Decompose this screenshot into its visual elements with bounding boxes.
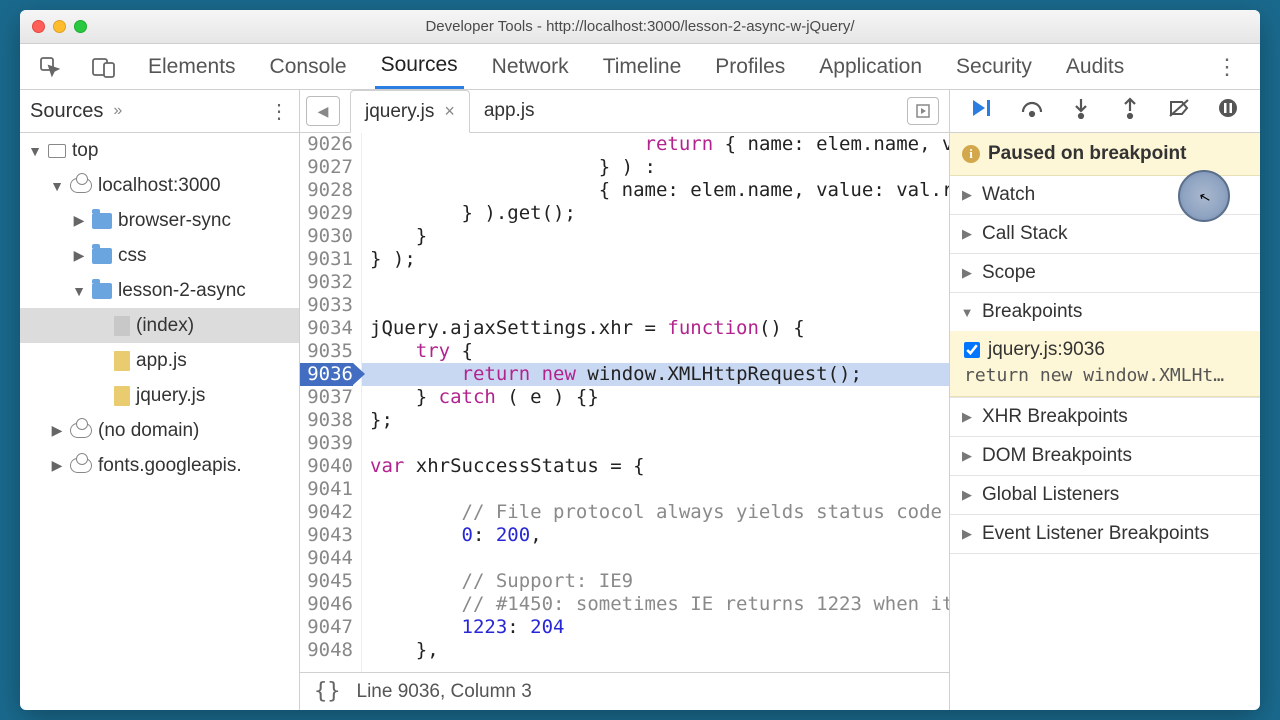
filetab-jquery[interactable]: jquery.js× xyxy=(350,90,470,133)
sources-sidebar: Sources » ⋮ ▼top ▼localhost:3000 ▶browse… xyxy=(20,90,300,710)
document-icon xyxy=(114,316,130,336)
breakpoint-item[interactable]: jquery.js:9036 return new window.XMLHt… xyxy=(950,331,1260,397)
tree-host[interactable]: ▼localhost:3000 xyxy=(20,168,299,203)
sidebar-heading: Sources xyxy=(30,100,103,123)
tab-security[interactable]: Security xyxy=(950,46,1038,88)
document-icon xyxy=(114,351,130,371)
tree-file-index[interactable]: (index) xyxy=(20,308,299,343)
cursor-position: Line 9036, Column 3 xyxy=(357,681,532,703)
tree-folder-browser-sync[interactable]: ▶browser-sync xyxy=(20,203,299,238)
tab-console[interactable]: Console xyxy=(264,46,353,88)
step-out-button[interactable] xyxy=(1115,97,1145,125)
close-window-button[interactable] xyxy=(32,20,45,33)
tree-file-appjs[interactable]: app.js xyxy=(20,343,299,378)
filetab-app[interactable]: app.js xyxy=(470,90,549,133)
close-tab-icon[interactable]: × xyxy=(444,101,455,122)
tree-folder-lesson[interactable]: ▼lesson-2-async xyxy=(20,273,299,308)
cloud-icon xyxy=(70,458,92,473)
tree-file-jqueryjs[interactable]: jquery.js xyxy=(20,378,299,413)
pause-on-exceptions-button[interactable] xyxy=(1213,98,1243,124)
tree-fonts[interactable]: ▶fonts.googleapis. xyxy=(20,448,299,483)
tab-elements[interactable]: Elements xyxy=(142,46,242,88)
tree-folder-css[interactable]: ▶css xyxy=(20,238,299,273)
tree-no-domain[interactable]: ▶(no domain) xyxy=(20,413,299,448)
breakpoint-checkbox[interactable] xyxy=(964,342,980,358)
folder-icon xyxy=(92,213,112,229)
window-title: Developer Tools - http://localhost:3000/… xyxy=(20,18,1260,35)
panel-call-stack[interactable]: ▶Call Stack xyxy=(950,215,1260,253)
run-snippet-button[interactable] xyxy=(907,97,939,125)
overflow-menu-icon[interactable]: ⋮ xyxy=(1208,54,1246,80)
tab-application[interactable]: Application xyxy=(813,46,928,88)
folder-icon xyxy=(92,248,112,264)
tab-profiles[interactable]: Profiles xyxy=(709,46,791,88)
document-icon xyxy=(114,386,130,406)
sidebar-menu-icon[interactable]: ⋮ xyxy=(269,99,289,124)
resume-button[interactable] xyxy=(968,98,998,124)
panel-dom-breakpoints[interactable]: ▶DOM Breakpoints xyxy=(950,437,1260,475)
panel-event-listener-breakpoints[interactable]: ▶Event Listener Breakpoints xyxy=(950,515,1260,553)
tab-network[interactable]: Network xyxy=(486,46,575,88)
panel-global-listeners[interactable]: ▶Global Listeners xyxy=(950,476,1260,514)
cloud-icon xyxy=(70,423,92,438)
tab-audits[interactable]: Audits xyxy=(1060,46,1130,88)
pretty-print-icon[interactable]: {} xyxy=(314,679,341,704)
inspect-icon[interactable] xyxy=(34,51,66,83)
debugger-pane: i Paused on breakpoint ▶Watch ▶Call Stac… xyxy=(950,90,1260,710)
frame-icon xyxy=(48,144,66,158)
nav-back-button[interactable]: ◀ xyxy=(306,96,340,126)
cloud-icon xyxy=(70,178,92,193)
zoom-window-button[interactable] xyxy=(74,20,87,33)
device-toggle-icon[interactable] xyxy=(88,51,120,83)
tab-timeline[interactable]: Timeline xyxy=(597,46,688,88)
minimize-window-button[interactable] xyxy=(53,20,66,33)
step-into-button[interactable] xyxy=(1066,97,1096,125)
tree-top[interactable]: ▼top xyxy=(20,133,299,168)
expand-icon[interactable]: » xyxy=(113,102,122,120)
panel-breakpoints[interactable]: ▼Breakpoints xyxy=(950,293,1260,331)
panel-xhr-breakpoints[interactable]: ▶XHR Breakpoints xyxy=(950,398,1260,436)
editor-tabs: ◀ jquery.js× app.js xyxy=(300,90,949,133)
deactivate-breakpoints-button[interactable] xyxy=(1164,98,1194,124)
titlebar: Developer Tools - http://localhost:3000/… xyxy=(20,10,1260,44)
panel-scope[interactable]: ▶Scope xyxy=(950,254,1260,292)
tab-sources[interactable]: Sources xyxy=(375,44,464,89)
paused-banner: i Paused on breakpoint xyxy=(950,133,1260,176)
folder-icon xyxy=(92,283,112,299)
info-icon: i xyxy=(962,145,980,163)
devtools-tabs: Elements Console Sources Network Timelin… xyxy=(20,44,1260,90)
step-over-button[interactable] xyxy=(1017,98,1047,124)
panel-watch[interactable]: ▶Watch xyxy=(950,176,1260,214)
